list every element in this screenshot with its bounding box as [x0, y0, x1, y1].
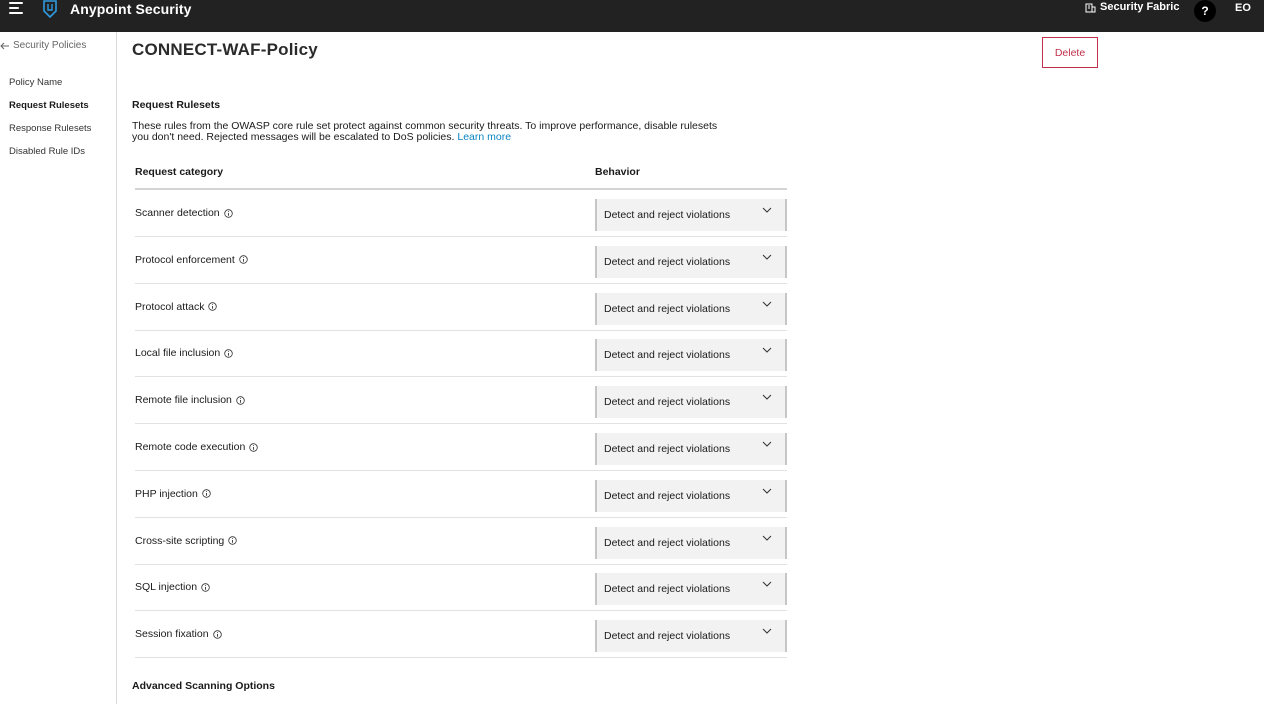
chevron-down-icon [762, 301, 772, 307]
info-icon[interactable] [212, 629, 222, 639]
category-name: Remote file inclusion [135, 394, 232, 407]
page-title: CONNECT-WAF-Policy [132, 40, 318, 59]
info-icon[interactable] [239, 255, 248, 264]
category-label: PHP injection [135, 488, 211, 500]
building-icon [1085, 3, 1096, 12]
behavior-dropdown[interactable]: Detect and reject violations [595, 526, 787, 559]
table-header: Request category Behavior [135, 166, 787, 190]
behavior-value: Detect and reject violations [604, 443, 731, 455]
chevron-down-icon [762, 582, 772, 588]
category-name: Local file inclusion [135, 347, 221, 360]
category-label: Scanner detection [135, 207, 233, 219]
behavior-value: Detect and reject violations [604, 349, 731, 362]
category-label: Remote code execution [135, 441, 259, 453]
app-title: Anypoint Security [70, 1, 192, 17]
security-fabric-label: Security Fabric [1100, 1, 1180, 13]
sidebar-item-request-rulesets[interactable]: Request Rulesets [9, 100, 89, 111]
info-icon[interactable] [249, 442, 259, 452]
info-icon[interactable] [224, 349, 233, 358]
info-icon[interactable] [201, 583, 210, 592]
behavior-dropdown[interactable]: Detect and reject violations [595, 199, 787, 231]
user-avatar[interactable]: EO [1232, 0, 1254, 18]
behavior-dropdown[interactable]: Detect and reject violations [595, 479, 787, 512]
behavior-dropdown[interactable]: Detect and reject violations [595, 339, 787, 372]
category-label: Cross-site scripting [135, 535, 237, 547]
column-header-behavior: Behavior [595, 166, 640, 178]
category-label: Session fixation [135, 628, 222, 640]
menu-icon[interactable] [9, 2, 25, 16]
table-row: SQL injection Detect and reject violation… [135, 564, 787, 612]
back-link-label: Security Policies [13, 40, 87, 51]
sidebar-item-response-rulesets[interactable]: Response Rulesets [9, 123, 91, 134]
category-name: Protocol attack [135, 300, 205, 313]
category-name: Protocol enforcement [135, 253, 235, 266]
chevron-down-icon [762, 535, 772, 541]
delete-button[interactable]: Delete [1042, 37, 1098, 68]
category-label: Remote file inclusion [135, 394, 245, 406]
learn-more-link[interactable]: Learn more [457, 131, 511, 143]
table-row: Session fixation Detect and reject violat… [135, 611, 787, 659]
category-label: Local file inclusion [135, 347, 233, 359]
anypoint-security-logo-icon [43, 0, 57, 18]
top-bar: Anypoint Security Security Fabric ? EO [0, 0, 1264, 32]
column-header-category: Request category [135, 166, 224, 178]
table-row: Remote file inclusion Detect and reject v… [135, 377, 787, 425]
chevron-down-icon [762, 254, 772, 260]
category-name: Remote code execution [135, 441, 246, 453]
behavior-value: Detect and reject violations [604, 255, 731, 268]
category-label: Protocol enforcement [135, 254, 248, 266]
category-name: Session fixation [135, 628, 209, 641]
category-name: Scanner detection [135, 207, 220, 219]
sidebar-item-disabled-rule-ids[interactable]: Disabled Rule IDs [9, 146, 85, 157]
chevron-down-icon [762, 628, 772, 634]
arrow-left-icon [0, 42, 9, 49]
behavior-dropdown[interactable]: Detect and reject violations [595, 245, 787, 278]
table-row: Scanner detection Detect and reject viola… [135, 190, 787, 237]
behavior-dropdown[interactable]: Detect and reject violations [595, 292, 787, 325]
back-to-security-policies-link[interactable]: Security Policies [0, 40, 86, 51]
behavior-value: Detect and reject violations [604, 489, 731, 502]
info-icon[interactable] [236, 395, 245, 405]
advanced-scanning-heading: Advanced Scanning Options [132, 680, 275, 692]
table-row: PHP injection Detect and reject violation… [135, 471, 787, 518]
help-button[interactable]: ? [1194, 0, 1216, 22]
table-row: Protocol enforcement Detect and reject vi… [135, 237, 787, 284]
chevron-down-icon [762, 348, 772, 354]
info-icon[interactable] [223, 208, 233, 218]
table-row: Cross-site scripting Detect and reject vi… [135, 518, 787, 565]
category-name: PHP injection [135, 487, 198, 500]
sidebar-item-policy-name[interactable]: Policy Name [9, 77, 62, 88]
security-fabric-link[interactable]: Security Fabric [1085, 1, 1179, 13]
table-row: Protocol attack Detect and reject violati… [135, 284, 787, 331]
behavior-value: Detect and reject violations [604, 536, 731, 549]
section-heading: Request Rulesets [132, 99, 221, 111]
behavior-value: Detect and reject violations [604, 583, 731, 596]
category-label: Protocol attack [135, 300, 218, 313]
category-label: SQL injection [135, 581, 210, 593]
table-row: Local file inclusion Detect and reject vi… [135, 330, 787, 378]
category-name: SQL injection [135, 581, 198, 594]
sidebar: Security Policies Policy Name Request Ru… [0, 32, 117, 704]
category-name: Cross-site scripting [135, 534, 225, 547]
behavior-dropdown[interactable]: Detect and reject violations [595, 620, 787, 653]
info-icon[interactable] [202, 489, 211, 498]
behavior-dropdown[interactable]: Detect and reject violations [595, 433, 787, 465]
table-row: Remote code execution Detect and reject v… [135, 424, 787, 471]
info-icon[interactable] [208, 302, 218, 311]
behavior-value: Detect and reject violations [604, 630, 731, 643]
description-line-2: you don't need. Rejected messages will b… [132, 131, 455, 143]
behavior-dropdown[interactable]: Detect and reject violations [595, 573, 787, 606]
info-icon[interactable] [228, 536, 237, 545]
behavior-dropdown[interactable]: Detect and reject violations [595, 386, 787, 419]
chevron-down-icon [762, 394, 772, 400]
chevron-down-icon [762, 441, 772, 447]
ruleset-description: These rules from the OWASP core rule set… [132, 121, 742, 143]
behavior-value: Detect and reject violations [604, 302, 731, 315]
behavior-value: Detect and reject violations [604, 209, 731, 221]
chevron-down-icon [762, 207, 772, 213]
behavior-value: Detect and reject violations [604, 396, 731, 409]
chevron-down-icon [762, 488, 772, 494]
